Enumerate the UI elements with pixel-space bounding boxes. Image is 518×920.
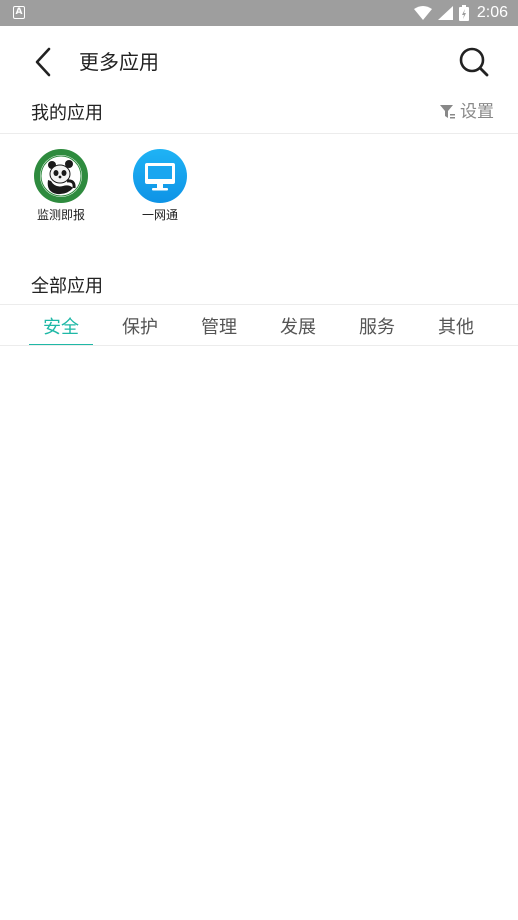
all-apps-title: 全部应用	[31, 276, 103, 297]
my-apps-title: 我的应用	[31, 103, 103, 124]
tab-service[interactable]: 服务	[345, 314, 409, 346]
divider	[0, 133, 518, 134]
divider	[0, 304, 518, 305]
my-apps-header: 我的应用 设置	[0, 98, 518, 134]
all-apps-header: 全部应用	[0, 271, 518, 307]
tab-other[interactable]: 其他	[424, 314, 488, 346]
app-list-area	[0, 346, 518, 920]
monitor-icon	[133, 149, 187, 203]
settings-button[interactable]: 设置	[440, 100, 494, 124]
tab-management[interactable]: 管理	[187, 314, 251, 346]
app-header: 更多应用	[0, 26, 518, 98]
panda-logo-icon	[34, 149, 88, 203]
search-icon	[459, 47, 489, 77]
app-label: 监测即报	[36, 208, 85, 222]
cellular-signal-icon	[437, 6, 453, 20]
status-time: 2:06	[476, 4, 508, 21]
app-tile-monitor-report[interactable]: 监测即报	[25, 148, 97, 228]
tab-safety[interactable]: 安全	[29, 314, 93, 346]
search-button[interactable]	[454, 42, 494, 82]
filter-icon	[440, 105, 455, 119]
status-icons: 2:06	[413, 0, 508, 26]
app-tile-one-net[interactable]: 一网通	[124, 148, 196, 228]
page-title: 更多应用	[79, 50, 159, 74]
settings-label: 设置	[460, 102, 494, 122]
wifi-icon	[413, 6, 432, 20]
app-label: 一网通	[141, 208, 178, 222]
back-arrow-icon	[35, 47, 51, 77]
category-tabs: 安全 保护 管理 发展 服务 其他	[0, 314, 518, 346]
status-bar: A 2:06	[0, 0, 518, 26]
battery-icon	[458, 5, 469, 21]
notification-app-icon: A	[13, 6, 25, 19]
tab-development[interactable]: 发展	[266, 314, 330, 346]
tab-protection[interactable]: 保护	[108, 314, 172, 346]
back-button[interactable]	[26, 42, 60, 82]
